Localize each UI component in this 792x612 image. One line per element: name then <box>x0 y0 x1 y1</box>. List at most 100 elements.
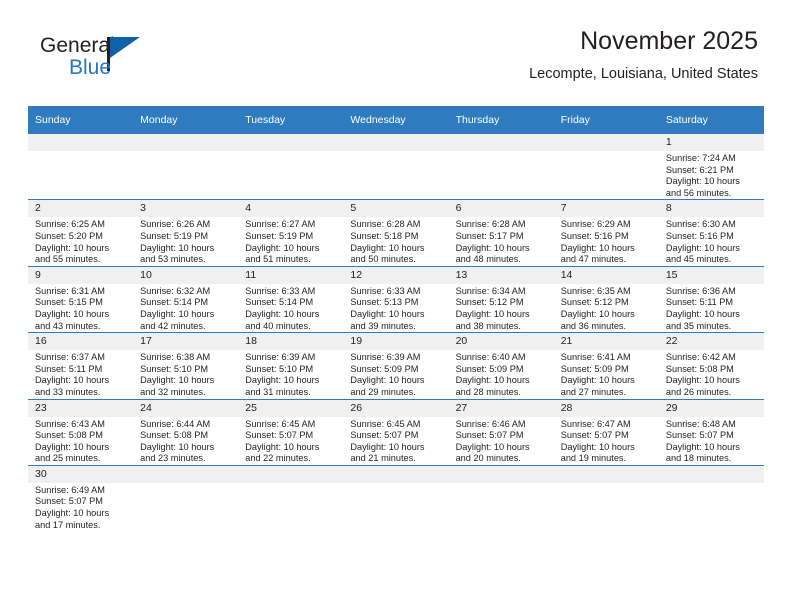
daylight-text-line1: Daylight: 10 hours <box>665 176 740 187</box>
day-details: Sunrise: 6:28 AM Sunset: 5:17 PM Daylight:… <box>449 217 554 265</box>
weekday-header-wednesday: Wednesday <box>343 106 449 134</box>
day-cell[interactable] <box>658 464 764 532</box>
day-number: 7 <box>553 200 659 218</box>
day-cell[interactable]: 11 Sunrise: 6:33 AM Sunset: 5:14 PM Dayligh… <box>238 265 344 333</box>
day-details: Sunrise: 6:40 AM Sunset: 5:09 PM Daylight:… <box>449 350 554 398</box>
weekday-header-friday: Friday <box>553 106 659 134</box>
sunrise-text: Sunrise: 6:27 AM <box>245 219 316 230</box>
daylight-text-line1: Daylight: 10 hours <box>35 508 110 519</box>
sunset-text: Sunset: 5:12 PM <box>560 297 629 308</box>
day-cell[interactable]: 28 Sunrise: 6:47 AM Sunset: 5:07 PM Dayligh… <box>553 398 659 466</box>
day-cell[interactable] <box>553 134 659 200</box>
day-cell[interactable]: 16 Sunrise: 6:37 AM Sunset: 5:11 PM Dayligh… <box>28 332 134 399</box>
day-details: Sunrise: 6:38 AM Sunset: 5:10 PM Daylight:… <box>133 350 238 398</box>
day-cell[interactable]: 17 Sunrise: 6:38 AM Sunset: 5:10 PM Dayligh… <box>133 332 239 399</box>
day-cell[interactable]: 2 Sunrise: 6:25 AM Sunset: 5:20 PM Daylight… <box>28 199 134 267</box>
day-cell[interactable] <box>238 134 344 200</box>
daylight-text-line1: Daylight: 10 hours <box>140 308 215 319</box>
daylight-text-line1: Daylight: 10 hours <box>455 308 530 319</box>
daylight-text-line1: Daylight: 10 hours <box>455 441 530 452</box>
day-number: 4 <box>238 200 344 218</box>
day-cell[interactable] <box>448 134 554 200</box>
day-cell[interactable]: 22 Sunrise: 6:42 AM Sunset: 5:08 PM Dayligh… <box>658 332 764 399</box>
day-details: Sunrise: 6:30 AM Sunset: 5:16 PM Daylight:… <box>659 217 764 265</box>
day-number <box>133 134 239 151</box>
daylight-text-line1: Daylight: 10 hours <box>665 242 740 253</box>
day-cell[interactable]: 29 Sunrise: 6:48 AM Sunset: 5:07 PM Dayligh… <box>658 398 764 466</box>
day-cell[interactable]: 12 Sunrise: 6:33 AM Sunset: 5:13 PM Dayligh… <box>343 265 449 333</box>
day-cell[interactable] <box>133 464 239 532</box>
day-number: 2 <box>28 200 134 218</box>
day-details: Sunrise: 6:39 AM Sunset: 5:10 PM Daylight:… <box>238 350 343 398</box>
page-subtitle: Lecompte, Louisiana, United States <box>529 66 758 82</box>
daylight-text-line1: Daylight: 10 hours <box>350 242 425 253</box>
sunset-text: Sunset: 5:14 PM <box>245 297 314 308</box>
day-details: Sunrise: 6:45 AM Sunset: 5:07 PM Daylight:… <box>238 417 343 465</box>
sunset-text: Sunset: 5:19 PM <box>140 230 209 241</box>
day-number: 21 <box>553 333 659 351</box>
daylight-text-line2: and 33 minutes. <box>35 386 101 397</box>
daylight-text-line1: Daylight: 10 hours <box>665 308 740 319</box>
day-cell[interactable]: 1 Sunrise: 7:24 AM Sunset: 6:21 PM Daylight… <box>658 134 764 200</box>
day-cell[interactable]: 6 Sunrise: 6:28 AM Sunset: 5:17 PM Daylight… <box>448 199 554 267</box>
daylight-text-line2: and 22 minutes. <box>245 453 311 464</box>
day-cell[interactable]: 25 Sunrise: 6:45 AM Sunset: 5:07 PM Dayligh… <box>238 398 344 466</box>
day-cell[interactable]: 5 Sunrise: 6:28 AM Sunset: 5:18 PM Daylight… <box>343 199 449 267</box>
daylight-text-line1: Daylight: 10 hours <box>560 308 635 319</box>
day-cell[interactable]: 9 Sunrise: 6:31 AM Sunset: 5:15 PM Daylight… <box>28 265 134 333</box>
day-cell[interactable]: 10 Sunrise: 6:32 AM Sunset: 5:14 PM Dayligh… <box>133 265 239 333</box>
day-details: Sunrise: 6:31 AM Sunset: 5:15 PM Daylight:… <box>28 284 133 332</box>
sunset-text: Sunset: 5:07 PM <box>665 430 734 441</box>
day-number <box>658 465 764 483</box>
sunset-text: Sunset: 5:07 PM <box>350 430 419 441</box>
day-details: Sunrise: 6:48 AM Sunset: 5:07 PM Daylight:… <box>659 417 764 465</box>
sunrise-text: Sunrise: 7:24 AM <box>665 153 736 163</box>
day-cell[interactable]: 20 Sunrise: 6:40 AM Sunset: 5:09 PM Dayligh… <box>448 332 554 399</box>
daylight-text-line1: Daylight: 10 hours <box>35 308 110 319</box>
day-cell[interactable]: 7 Sunrise: 6:29 AM Sunset: 5:16 PM Daylight… <box>553 199 659 267</box>
day-cell[interactable]: 3 Sunrise: 6:26 AM Sunset: 5:19 PM Daylight… <box>133 199 239 267</box>
calendar-week-row: 23 Sunrise: 6:43 AM Sunset: 5:08 PM Dayligh… <box>28 398 764 466</box>
day-cell[interactable]: 18 Sunrise: 6:39 AM Sunset: 5:10 PM Dayligh… <box>238 332 344 399</box>
daylight-text-line2: and 35 minutes. <box>665 320 732 331</box>
calendar-week-row: 2 Sunrise: 6:25 AM Sunset: 5:20 PM Daylight… <box>28 199 764 267</box>
day-cell[interactable]: 26 Sunrise: 6:45 AM Sunset: 5:07 PM Dayligh… <box>343 398 449 466</box>
sunrise-text: Sunrise: 6:44 AM <box>140 418 211 429</box>
day-number: 20 <box>448 333 554 351</box>
day-cell[interactable]: 19 Sunrise: 6:39 AM Sunset: 5:09 PM Dayligh… <box>343 332 449 399</box>
day-cell[interactable]: 4 Sunrise: 6:27 AM Sunset: 5:19 PM Daylight… <box>238 199 344 267</box>
day-details: Sunrise: 6:33 AM Sunset: 5:13 PM Daylight:… <box>343 284 448 332</box>
day-cell[interactable]: 27 Sunrise: 6:46 AM Sunset: 5:07 PM Dayligh… <box>448 398 554 466</box>
sunset-text: Sunset: 5:08 PM <box>35 430 103 441</box>
day-cell[interactable]: 21 Sunrise: 6:41 AM Sunset: 5:09 PM Dayligh… <box>553 332 659 399</box>
day-cell[interactable] <box>343 134 449 200</box>
day-cell[interactable]: 8 Sunrise: 6:30 AM Sunset: 5:16 PM Daylight… <box>658 199 764 267</box>
day-cell[interactable] <box>448 464 554 532</box>
sunset-text: Sunset: 5:17 PM <box>455 230 524 241</box>
sunrise-text: Sunrise: 6:28 AM <box>350 219 421 230</box>
day-cell[interactable]: 24 Sunrise: 6:44 AM Sunset: 5:08 PM Dayligh… <box>133 398 239 466</box>
day-cell[interactable]: 14 Sunrise: 6:35 AM Sunset: 5:12 PM Dayligh… <box>553 265 659 333</box>
calendar-week-row: 9 Sunrise: 6:31 AM Sunset: 5:15 PM Daylight… <box>28 265 764 333</box>
day-cell[interactable]: 15 Sunrise: 6:36 AM Sunset: 5:11 PM Dayligh… <box>658 265 764 333</box>
day-cell[interactable] <box>343 464 449 532</box>
daylight-text-line1: Daylight: 10 hours <box>665 375 740 386</box>
day-details: Sunrise: 6:49 AM Sunset: 5:07 PM Daylight:… <box>28 483 133 531</box>
day-cell[interactable]: 23 Sunrise: 6:43 AM Sunset: 5:08 PM Dayligh… <box>28 398 134 466</box>
day-cell[interactable]: 30 Sunrise: 6:49 AM Sunset: 5:07 PM Dayligh… <box>28 464 134 532</box>
day-details <box>554 483 659 485</box>
day-cell[interactable] <box>238 464 344 532</box>
sunrise-text: Sunrise: 6:40 AM <box>455 352 526 363</box>
day-cell[interactable] <box>553 464 659 532</box>
day-cell[interactable]: 13 Sunrise: 6:34 AM Sunset: 5:12 PM Dayligh… <box>448 265 554 333</box>
sunrise-text: Sunrise: 6:43 AM <box>35 418 105 429</box>
daylight-text-line2: and 38 minutes. <box>455 320 521 331</box>
day-cell[interactable] <box>133 134 239 200</box>
daylight-text-line2: and 36 minutes. <box>560 320 627 331</box>
sunset-text: Sunset: 5:09 PM <box>560 363 629 374</box>
general-blue-logo[interactable]: General Blue <box>40 34 190 94</box>
daylight-text-line1: Daylight: 10 hours <box>35 441 110 452</box>
daylight-text-line1: Daylight: 10 hours <box>560 242 635 253</box>
day-cell[interactable] <box>28 134 134 200</box>
day-number: 29 <box>658 399 764 417</box>
